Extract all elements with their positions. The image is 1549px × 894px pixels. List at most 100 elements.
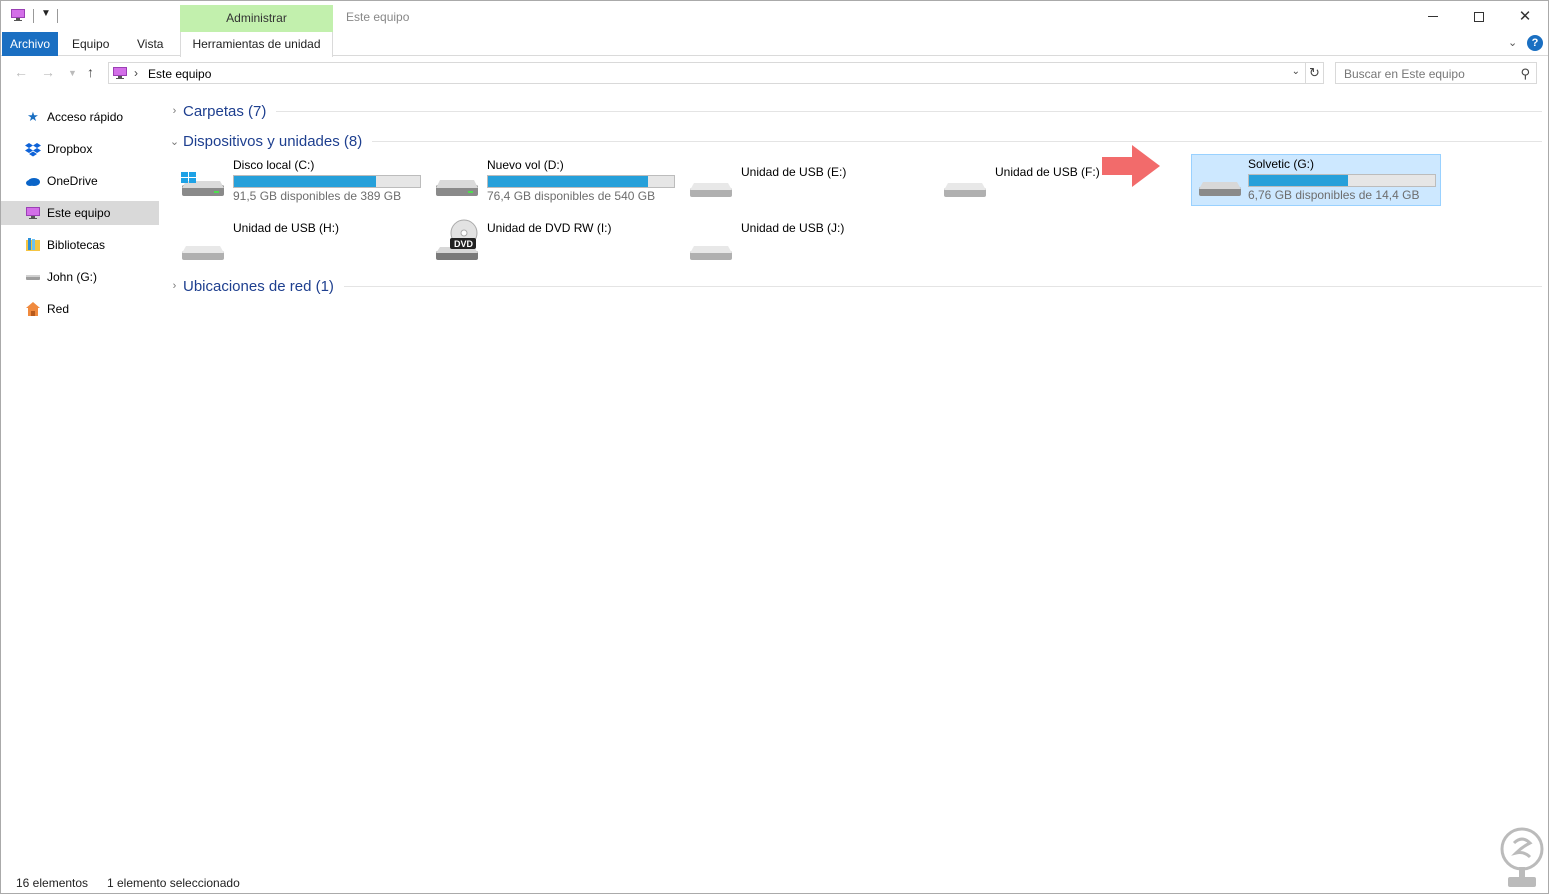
group-header-carpetas[interactable]: › Carpetas (7) [166, 99, 1542, 123]
sidebar-item-red[interactable]: Red [1, 293, 159, 325]
usb-drive-icon [1199, 182, 1241, 196]
selection-count: 1 elemento seleccionado [107, 876, 240, 890]
drive-tile-c[interactable]: Disco local (C:) 91,5 GB disponibles de … [167, 156, 421, 208]
library-icon [26, 238, 40, 251]
drive-name: Unidad de USB (H:) [233, 221, 340, 235]
capacity-bar [233, 175, 421, 188]
divider [276, 110, 1542, 112]
divider [372, 140, 1542, 142]
drive-tile-e[interactable]: Unidad de USB (E:) [675, 156, 927, 208]
drive-tile-g[interactable]: Solvetic (G:) 6,76 GB disponibles de 14,… [1191, 154, 1441, 206]
refresh-icon[interactable]: ↻ [1306, 62, 1324, 84]
divider [33, 9, 34, 23]
group-label: Ubicaciones de red (1) [183, 277, 334, 295]
chevron-right-icon: › [172, 105, 177, 117]
sidebar-item-label: John (G:) [47, 270, 98, 284]
watermark-logo-icon [1500, 827, 1544, 887]
drive-free-space: 76,4 GB disponibles de 540 GB [487, 189, 656, 203]
file-explorer-window: ▼ Administrar Este equipo ✕ Archivo Equi… [0, 0, 1549, 894]
usb-drive-icon [690, 183, 732, 197]
sidebar-item-label: Bibliotecas [47, 238, 106, 252]
breadcrumb[interactable]: Este equipo [148, 67, 211, 81]
drive-name: Nuevo vol (D:) [487, 158, 564, 172]
tab-archivo[interactable]: Archivo [2, 32, 58, 56]
search-icon: ⚲ [1520, 66, 1530, 81]
maximize-button[interactable] [1456, 1, 1502, 32]
usb-drive-icon [690, 246, 732, 260]
tab-vista[interactable]: Vista [127, 32, 173, 56]
network-icon [26, 302, 40, 316]
quick-access-dropdown-icon[interactable]: ▼ [41, 8, 51, 19]
sidebar-item-label: Este equipo [47, 206, 111, 220]
sidebar-item-label: Dropbox [47, 142, 93, 156]
window-title: Este equipo [346, 10, 410, 24]
group-label: Carpetas (7) [183, 102, 267, 120]
chevron-down-icon: ⌄ [169, 135, 180, 148]
address-dropdown-chevron-icon[interactable]: ⌄ [1292, 66, 1300, 77]
cloud-icon [26, 178, 40, 186]
address-bar[interactable]: › Este equipo ⌄ [108, 62, 1306, 84]
annotation-arrow-icon [1102, 145, 1160, 187]
status-bar: 16 elementos 1 elemento seleccionado [1, 873, 1548, 893]
search-input[interactable]: Buscar en Este equipo ⚲ [1335, 62, 1537, 84]
tab-herramientas-de-unidad[interactable]: Herramientas de unidad [180, 32, 333, 57]
sidebar-item-dropbox[interactable]: Dropbox [1, 133, 159, 165]
capacity-bar-fill [1249, 175, 1348, 186]
back-arrow-icon[interactable]: ← [14, 64, 28, 80]
star-icon: ★ [27, 109, 39, 124]
capacity-bar [487, 175, 675, 188]
dropbox-icon [25, 143, 41, 157]
drive-tile-d[interactable]: Nuevo vol (D:) 76,4 GB disponibles de 54… [421, 156, 675, 208]
sidebar-item-bibliotecas[interactable]: Bibliotecas [1, 229, 159, 261]
hard-drive-icon [436, 180, 478, 196]
drive-name: Unidad de USB (F:) [995, 165, 1100, 179]
usb-drive-icon [26, 275, 40, 280]
drive-name: Solvetic (G:) [1248, 157, 1315, 171]
sidebar-item-john-g[interactable]: John (G:) [1, 261, 159, 293]
sidebar-item-acceso-rapido[interactable]: ★ Acceso rápido [1, 101, 159, 133]
drive-tile-j[interactable]: Unidad de USB (J:) [675, 219, 927, 271]
group-header-dispositivos[interactable]: ⌄ Dispositivos y unidades (8) [166, 129, 1542, 153]
up-arrow-icon[interactable]: ↑ [87, 64, 94, 80]
usb-drive-icon [944, 183, 986, 197]
group-header-ubicaciones-de-red[interactable]: › Ubicaciones de red (1) [166, 274, 1542, 298]
divider [343, 285, 1542, 287]
expand-ribbon-chevron-icon[interactable]: ⌄ [1508, 36, 1517, 49]
drive-tile-h[interactable]: Unidad de USB (H:) [167, 219, 419, 271]
sidebar-item-onedrive[interactable]: OneDrive [1, 165, 159, 197]
context-tab-administrar[interactable]: Administrar [180, 5, 333, 32]
close-button[interactable]: ✕ [1502, 1, 1548, 32]
capacity-bar-fill [488, 176, 648, 187]
windows-drive-icon [181, 172, 224, 196]
capacity-bar [1248, 174, 1436, 187]
computer-icon[interactable] [11, 9, 25, 21]
sidebar-item-label: OneDrive [47, 174, 98, 188]
group-label: Dispositivos y unidades (8) [183, 132, 363, 150]
search-placeholder: Buscar en Este equipo [1344, 67, 1465, 81]
item-count: 16 elementos [16, 876, 89, 890]
usb-drive-icon [182, 246, 224, 260]
divider [57, 9, 58, 23]
forward-arrow-icon[interactable]: → [41, 64, 55, 80]
drive-name: Disco local (C:) [233, 158, 315, 172]
main-content: › Carpetas (7) ⌄ Dispositivos y unidades… [166, 97, 1542, 298]
drive-name: Unidad de USB (J:) [741, 221, 845, 235]
computer-icon [26, 207, 40, 219]
sidebar-item-este-equipo[interactable]: Este equipo [1, 201, 159, 225]
maximize-icon [1474, 11, 1484, 22]
minimize-button[interactable] [1410, 1, 1456, 32]
drive-tile-i[interactable]: DVD Unidad de DVD RW (I:) [421, 219, 673, 271]
ribbon-tabs: Archivo Equipo Vista Herramientas de uni… [1, 32, 1548, 57]
navigation-pane: ★ Acceso rápido Dropbox OneDrive Este eq… [1, 101, 159, 325]
drive-name: Unidad de DVD RW (I:) [487, 221, 612, 235]
help-icon[interactable]: ? [1527, 35, 1543, 51]
drive-name: Unidad de USB (E:) [741, 165, 847, 179]
title-bar: ▼ Administrar Este equipo ✕ [1, 1, 1548, 32]
sidebar-item-label: Acceso rápido [47, 110, 124, 124]
breadcrumb-chevron-icon[interactable]: › [134, 66, 138, 80]
tab-equipo[interactable]: Equipo [62, 32, 119, 56]
chevron-right-icon: › [172, 280, 177, 292]
capacity-bar-fill [234, 176, 377, 187]
drive-free-space: 91,5 GB disponibles de 389 GB [233, 189, 402, 203]
recent-locations-chevron-icon[interactable]: ▼ [68, 68, 77, 78]
